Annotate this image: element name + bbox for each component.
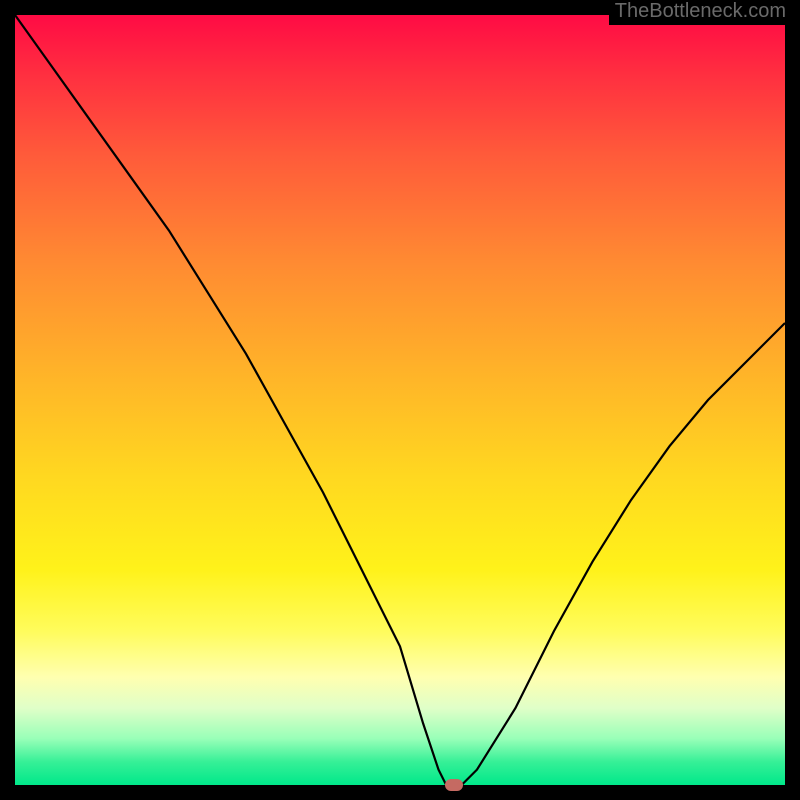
plot-gradient-area — [15, 15, 785, 785]
bottleneck-marker — [445, 779, 463, 791]
watermark-text: TheBottleneck.com — [609, 0, 786, 25]
bottleneck-chart: TheBottleneck.com — [0, 0, 800, 800]
